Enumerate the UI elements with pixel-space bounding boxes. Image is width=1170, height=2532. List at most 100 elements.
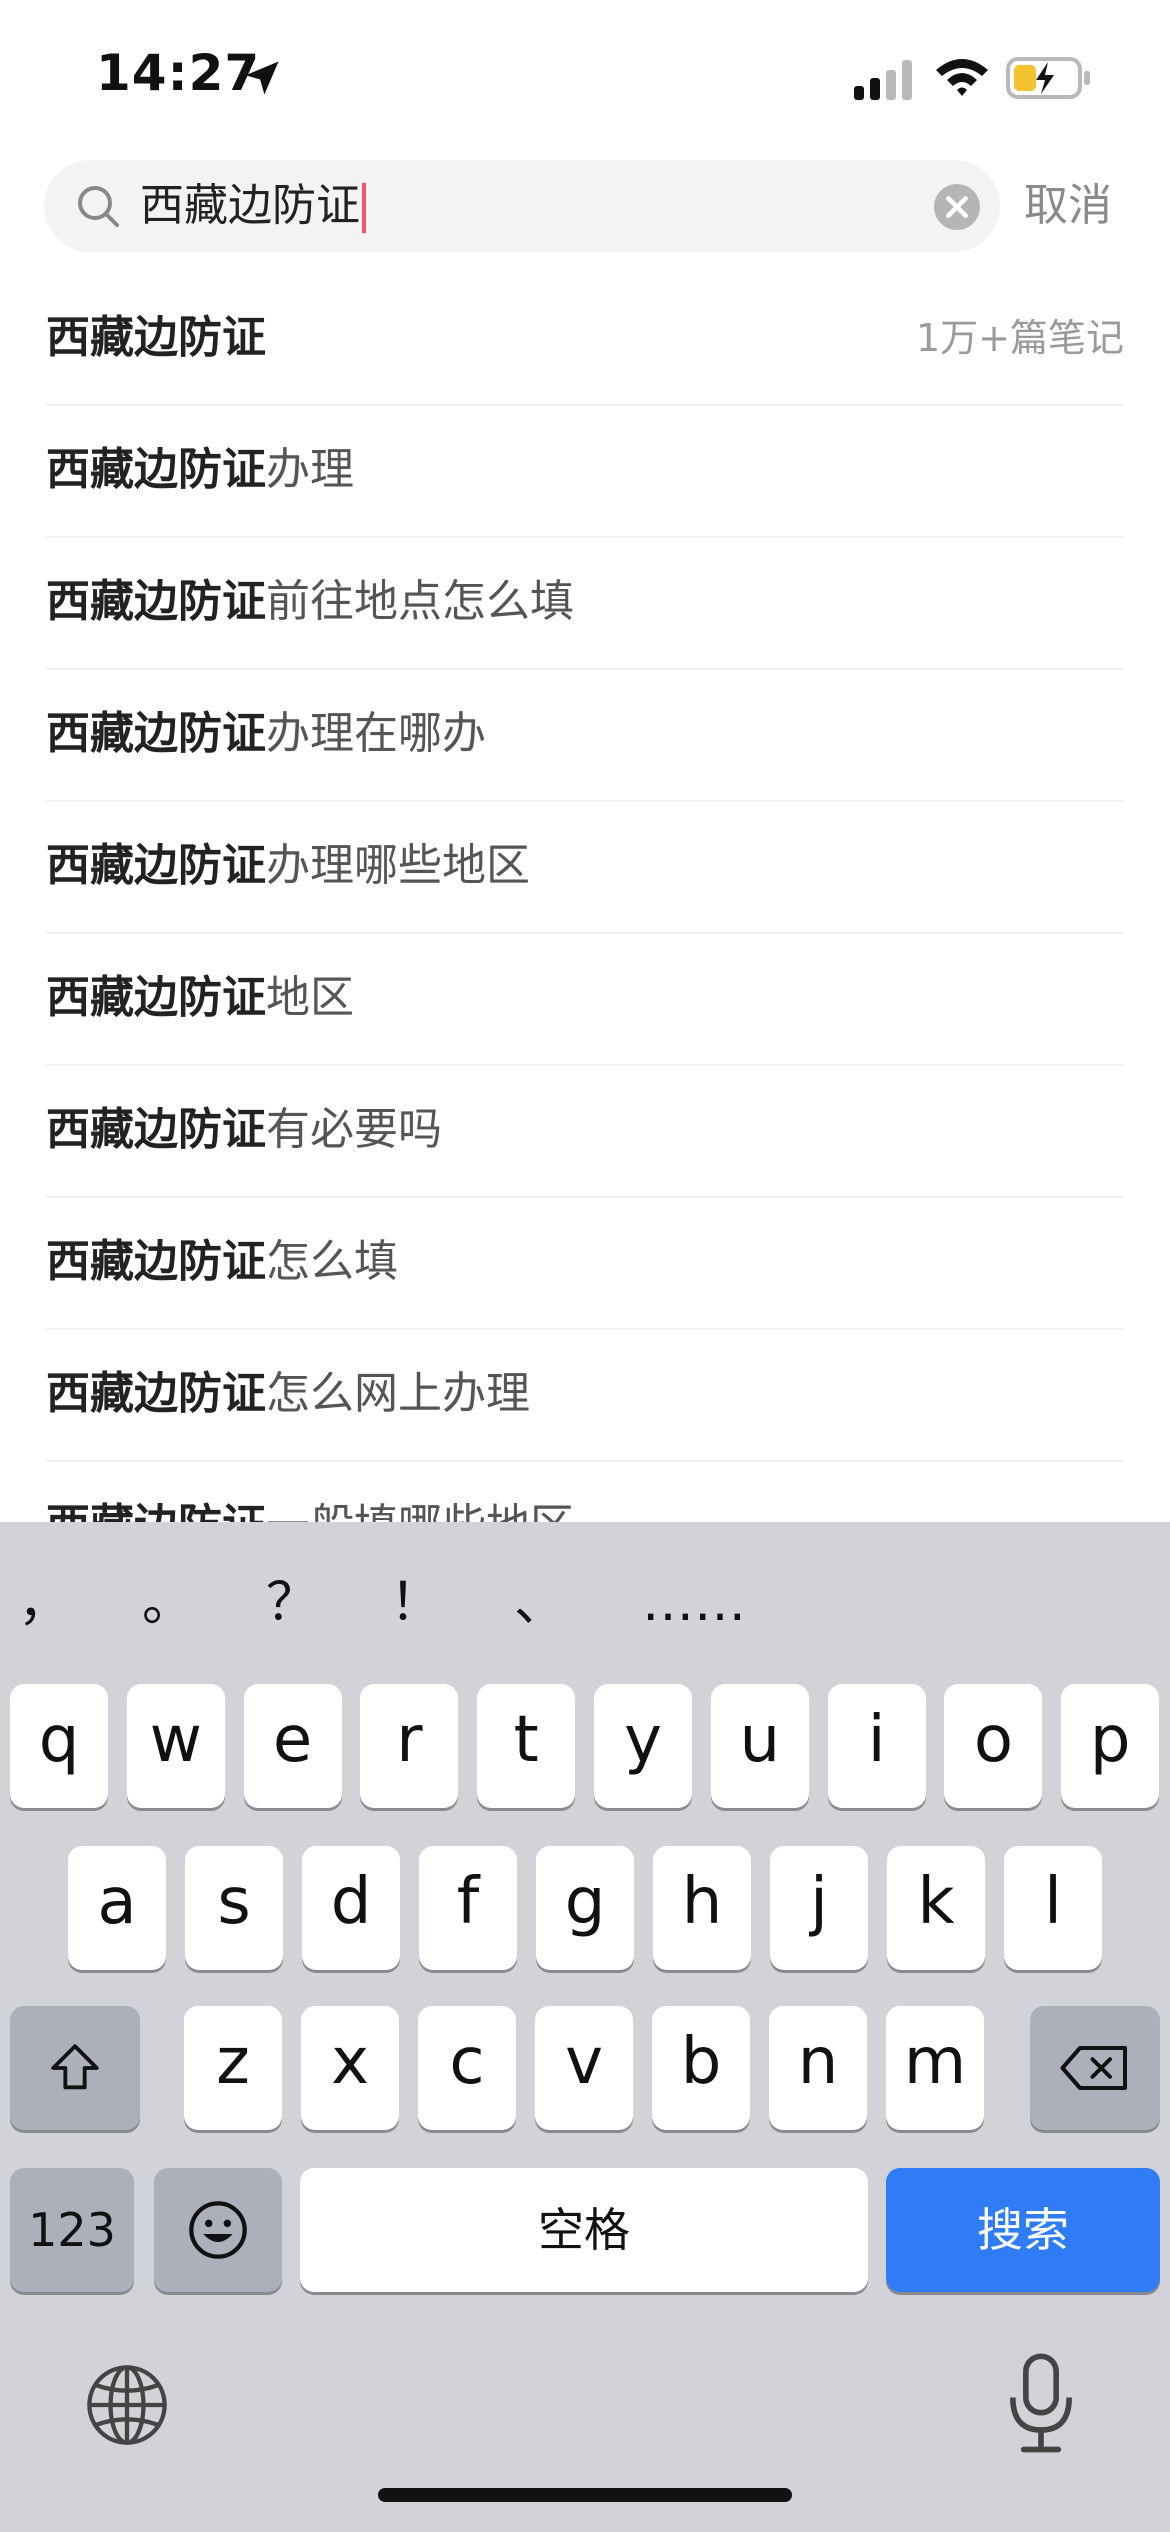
suggestion-match: 西藏边防证 [46, 444, 266, 495]
search-input[interactable]: 西藏边防证 [140, 160, 366, 252]
key-q[interactable]: q [10, 1684, 108, 1808]
cancel-button[interactable]: 取消 [1024, 160, 1112, 252]
key-r[interactable]: r [360, 1684, 459, 1808]
suggestion-rest: 一般填哪些地区 [266, 1500, 574, 1522]
suggestion-item[interactable]: 西藏边防证前往地点怎么填 [46, 536, 1124, 670]
key-x[interactable]: x [301, 2006, 399, 2130]
status-bar: 14:27 [0, 0, 1170, 150]
key-s[interactable]: s [185, 1846, 283, 1970]
suggestion-item[interactable]: 西藏边防证办理在哪办 [46, 668, 1124, 802]
suggestion-text: 西藏边防证办理在哪办 [46, 668, 486, 800]
globe-icon[interactable] [84, 2362, 170, 2448]
numbers-key[interactable]: 123 [10, 2168, 134, 2292]
backspace-icon [1060, 2046, 1127, 2090]
suggestion-rest: 办理 [266, 444, 354, 495]
suggestion-rest: 地区 [266, 972, 354, 1023]
backspace-key[interactable] [1030, 2006, 1160, 2130]
suggestion-note-count: 1万+篇笔记 [915, 316, 1124, 360]
key-l[interactable]: l [1004, 1846, 1102, 1970]
key-z[interactable]: z [184, 2006, 282, 2130]
key-c[interactable]: c [418, 2006, 516, 2130]
space-key[interactable]: 空格 [300, 2168, 868, 2292]
microphone-icon[interactable] [1006, 2352, 1076, 2456]
suggestion-text: 西藏边防证一般填哪些地区 [46, 1460, 574, 1522]
suggestion-text: 西藏边防证有必要吗 [46, 1064, 442, 1196]
clear-icon[interactable] [934, 184, 980, 230]
punctuation-ellipsis[interactable]: …… [634, 1568, 754, 1638]
punctuation-period[interactable]: 。 [138, 1568, 198, 1638]
suggestion-item[interactable]: 西藏边防证怎么填 [46, 1196, 1124, 1330]
key-d[interactable]: d [302, 1846, 400, 1970]
key-u[interactable]: u [710, 1684, 809, 1808]
key-a[interactable]: a [68, 1846, 166, 1970]
punctuation-question[interactable]: ？ [262, 1568, 322, 1638]
suggestion-text: 西藏边防证怎么填 [46, 1196, 398, 1328]
key-p[interactable]: p [1061, 1684, 1160, 1808]
suggestion-rest: 怎么填 [266, 1236, 398, 1287]
search-key[interactable]: 搜索 [886, 2168, 1160, 2292]
suggestion-item[interactable]: 西藏边防证怎么网上办理 [46, 1328, 1124, 1462]
suggestion-text: 西藏边防证怎么网上办理 [46, 1328, 530, 1460]
key-h[interactable]: h [653, 1846, 751, 1970]
suggestion-match: 西藏边防证 [46, 312, 266, 363]
suggestion-text: 西藏边防证办理哪些地区 [46, 800, 530, 932]
punctuation-candidate-bar: ， 。 ？ ！ 、 …… [0, 1522, 1170, 1682]
location-arrow-icon [245, 61, 279, 95]
suggestion-text: 西藏边防证地区 [46, 932, 354, 1064]
key-n[interactable]: n [769, 2006, 867, 2130]
key-k[interactable]: k [887, 1846, 985, 1970]
suggestion-match: 西藏边防证 [46, 1500, 266, 1522]
suggestion-rest: 办理哪些地区 [266, 840, 530, 891]
search-query-text: 西藏边防证 [140, 180, 360, 231]
suggestion-match: 西藏边防证 [46, 840, 266, 891]
suggestion-match: 西藏边防证 [46, 708, 266, 759]
key-w[interactable]: w [126, 1684, 225, 1808]
key-g[interactable]: g [536, 1846, 634, 1970]
text-caret [362, 183, 366, 233]
suggestion-item[interactable]: 西藏边防证一般填哪些地区 [46, 1460, 1124, 1522]
suggestion-rest: 前往地点怎么填 [266, 576, 574, 627]
punctuation-exclamation[interactable]: ！ [386, 1568, 446, 1638]
battery-charging-icon [1006, 57, 1090, 99]
suggestion-rest: 有必要吗 [266, 1104, 442, 1155]
shift-icon [51, 2044, 99, 2090]
punctuation-comma[interactable]: ， [14, 1568, 74, 1638]
emoji-icon [189, 2201, 247, 2259]
suggestion-match: 西藏边防证 [46, 1368, 266, 1419]
search-icon [78, 186, 119, 227]
search-box[interactable]: 西藏边防证 [44, 160, 1000, 252]
suggestion-list: 西藏边防证 1万+篇笔记 西藏边防证办理 西藏边防证前往地点怎么填 西藏边防证办… [0, 272, 1170, 1522]
status-time: 14:27 [96, 44, 261, 102]
suggestion-item[interactable]: 西藏边防证地区 [46, 932, 1124, 1066]
suggestion-item[interactable]: 西藏边防证 1万+篇笔记 [46, 272, 1124, 406]
suggestion-rest: 办理在哪办 [266, 708, 486, 759]
key-t[interactable]: t [477, 1684, 576, 1808]
cellular-signal-icon [854, 60, 912, 100]
home-indicator [378, 2488, 792, 2502]
suggestion-item[interactable]: 西藏边防证有必要吗 [46, 1064, 1124, 1198]
suggestion-rest: 怎么网上办理 [266, 1368, 530, 1419]
suggestion-match: 西藏边防证 [46, 1104, 266, 1155]
punctuation-enumeration-comma[interactable]: 、 [510, 1568, 570, 1638]
key-m[interactable]: m [886, 2006, 984, 2130]
key-f[interactable]: f [419, 1846, 517, 1970]
key-i[interactable]: i [827, 1684, 926, 1808]
suggestion-item[interactable]: 西藏边防证办理哪些地区 [46, 800, 1124, 934]
suggestion-item[interactable]: 西藏边防证办理 [46, 404, 1124, 538]
suggestion-text: 西藏边防证前往地点怎么填 [46, 536, 574, 668]
key-o[interactable]: o [944, 1684, 1043, 1808]
shift-key[interactable] [10, 2006, 140, 2130]
key-b[interactable]: b [652, 2006, 750, 2130]
suggestion-text: 西藏边防证办理 [46, 404, 354, 536]
key-y[interactable]: y [594, 1684, 692, 1808]
key-e[interactable]: e [243, 1684, 342, 1808]
key-j[interactable]: j [770, 1846, 868, 1970]
suggestion-match: 西藏边防证 [46, 1236, 266, 1287]
key-v[interactable]: v [535, 2006, 633, 2130]
emoji-key[interactable] [154, 2168, 282, 2292]
wifi-icon [936, 59, 988, 96]
suggestion-text: 西藏边防证 [46, 272, 266, 404]
suggestion-match: 西藏边防证 [46, 972, 266, 1023]
search-row: 西藏边防证 取消 [0, 160, 1170, 252]
suggestion-match: 西藏边防证 [46, 576, 266, 627]
